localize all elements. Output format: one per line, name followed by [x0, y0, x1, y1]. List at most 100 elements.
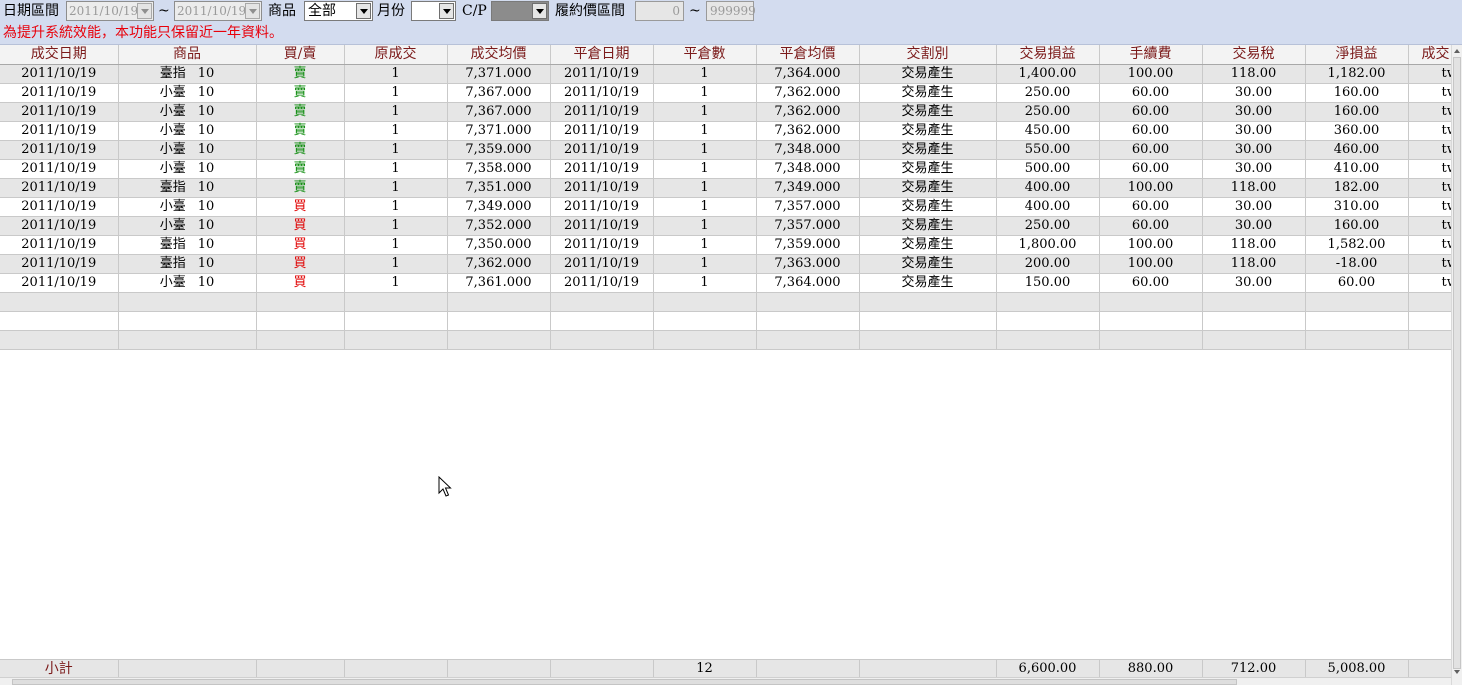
avg-price-cell: 7,351.000 [447, 178, 551, 198]
horizontal-scrollbar[interactable] [0, 677, 1451, 685]
empty-cell [996, 292, 1100, 312]
vertical-scrollbar[interactable] [1451, 45, 1462, 685]
trade-date-cell: 2011/10/19 [0, 140, 119, 160]
table-row[interactable]: 2011/10/19 小臺 10 賣 1 7,358.000 2011/10/19 1 7,34… [0, 159, 1451, 179]
cp-select[interactable] [491, 1, 549, 21]
col-header-buy-sell[interactable]: 買/賣 [256, 45, 345, 65]
close-avg-price-cell: 7,359.000 [756, 235, 860, 255]
overflow-cell: tw [1408, 197, 1451, 217]
settlement-type-cell: 交易產生 [859, 83, 997, 103]
empty-cell [1305, 330, 1409, 350]
col-header-net-pl[interactable]: 淨損益 [1305, 45, 1409, 65]
contract-month: 10 [197, 217, 215, 233]
product-name: 小臺 [159, 274, 186, 290]
table-row[interactable]: 2011/10/19 臺指 10 買 1 7,362.000 2011/10/19 1 7,36… [0, 254, 1451, 274]
month-select[interactable] [411, 1, 456, 21]
overflow-cell: tw [1408, 178, 1451, 198]
close-date-cell: 2011/10/19 [550, 254, 654, 274]
buy-sell-cell: 賣 [256, 64, 345, 84]
date-to-picker[interactable]: 2011/10/19 [174, 1, 262, 21]
col-header-original-trade[interactable]: 原成交 [344, 45, 448, 65]
overflow-cell: tw [1408, 235, 1451, 255]
product-cell: 小臺 10 [118, 216, 257, 236]
col-header-close-avg-price[interactable]: 平倉均價 [756, 45, 860, 65]
net-pl-cell: 182.00 [1305, 178, 1409, 198]
close-avg-price-cell: 7,362.000 [756, 121, 860, 141]
col-header-settlement-type[interactable]: 交割別 [859, 45, 997, 65]
trade-date-cell: 2011/10/19 [0, 273, 119, 293]
fee-cell: 60.00 [1099, 83, 1203, 103]
product-cell: 臺指 10 [118, 64, 257, 84]
col-header-close-qty[interactable]: 平倉數 [653, 45, 757, 65]
empty-cell [256, 311, 345, 331]
vertical-scroll-thumb[interactable] [1453, 57, 1461, 669]
horizontal-scroll-thumb[interactable] [12, 679, 1237, 685]
overflow-cell: tw [1408, 140, 1451, 160]
table-row[interactable]: 2011/10/19 臺指 10 賣 1 7,351.000 2011/10/19 1 7,34… [0, 178, 1451, 198]
strike-to-input[interactable]: 999999 [706, 1, 756, 21]
chevron-down-icon[interactable] [137, 3, 152, 19]
product-name: 臺指 [159, 179, 186, 195]
table-row[interactable]: 2011/10/19 臺指 10 賣 1 7,371.000 2011/10/19 1 7,36… [0, 64, 1451, 84]
chevron-down-icon[interactable] [439, 3, 454, 19]
table-row[interactable]: 2011/10/19 小臺 10 買 1 7,361.000 2011/10/19 1 7,36… [0, 273, 1451, 293]
grid-empty-area [0, 350, 1451, 659]
avg-price-cell: 7,371.000 [447, 64, 551, 84]
col-header-trade-date[interactable]: 成交日期 [0, 45, 119, 65]
product-name: 小臺 [159, 122, 186, 138]
buy-sell-cell: 賣 [256, 178, 345, 198]
col-header-fee[interactable]: 手續費 [1099, 45, 1203, 65]
col-header-close-date[interactable]: 平倉日期 [550, 45, 654, 65]
col-header-trade-pl[interactable]: 交易損益 [996, 45, 1100, 65]
buy-sell-cell: 買 [256, 235, 345, 255]
net-pl-cell: 60.00 [1305, 273, 1409, 293]
col-header-avg-price[interactable]: 成交均價 [447, 45, 551, 65]
trade-date-cell: 2011/10/19 [0, 197, 119, 217]
scroll-down-icon[interactable] [1453, 667, 1462, 677]
subtotal-empty-cell [344, 658, 448, 678]
tax-cell: 30.00 [1202, 140, 1306, 160]
table-row[interactable]: 2011/10/19 小臺 10 賣 1 7,367.000 2011/10/19 1 7,36… [0, 102, 1451, 122]
tax-cell: 30.00 [1202, 273, 1306, 293]
product-select[interactable]: 全部 [304, 1, 373, 21]
date-from-picker[interactable]: 2011/10/19 [66, 1, 154, 21]
col-header-product[interactable]: 商品 [118, 45, 257, 65]
empty-cell [859, 292, 997, 312]
fee-cell: 60.00 [1099, 216, 1203, 236]
empty-cell [118, 330, 257, 350]
table-row[interactable]: 2011/10/19 小臺 10 買 1 7,352.000 2011/10/19 1 7,35… [0, 216, 1451, 236]
empty-cell [1099, 292, 1203, 312]
empty-cell [756, 292, 860, 312]
fee-cell: 60.00 [1099, 140, 1203, 160]
close-date-cell: 2011/10/19 [550, 102, 654, 122]
fee-cell: 100.00 [1099, 235, 1203, 255]
col-header-tax[interactable]: 交易稅 [1202, 45, 1306, 65]
product-cell-content: 小臺 10 [119, 84, 256, 102]
chevron-down-icon[interactable] [356, 3, 371, 19]
col-header-overflow[interactable]: 成交 [1408, 45, 1451, 65]
empty-cell [0, 330, 119, 350]
empty-cell [996, 330, 1100, 350]
chevron-down-icon[interactable] [532, 3, 547, 19]
subtotal-empty-cell [118, 658, 257, 678]
strike-from-input[interactable]: 0 [635, 1, 684, 21]
contract-month: 10 [197, 160, 215, 176]
scroll-up-icon[interactable] [1453, 46, 1462, 56]
table-row[interactable]: 2011/10/19 小臺 10 賣 1 7,359.000 2011/10/19 1 7,34… [0, 140, 1451, 160]
empty-cell [447, 330, 551, 350]
empty-cell [1099, 311, 1203, 331]
tax-cell: 30.00 [1202, 121, 1306, 141]
close-date-cell: 2011/10/19 [550, 197, 654, 217]
close-qty-cell: 1 [653, 83, 757, 103]
table-row[interactable]: 2011/10/19 小臺 10 賣 1 7,367.000 2011/10/19 1 7,36… [0, 83, 1451, 103]
trade-pl-cell: 1,800.00 [996, 235, 1100, 255]
product-cell: 臺指 10 [118, 254, 257, 274]
original-trade-cell: 1 [344, 273, 448, 293]
product-cell-content: 小臺 10 [119, 274, 256, 292]
tax-cell: 30.00 [1202, 102, 1306, 122]
product-cell: 小臺 10 [118, 140, 257, 160]
table-row[interactable]: 2011/10/19 臺指 10 買 1 7,350.000 2011/10/19 1 7,35… [0, 235, 1451, 255]
chevron-down-icon[interactable] [245, 3, 260, 19]
table-row[interactable]: 2011/10/19 小臺 10 買 1 7,349.000 2011/10/19 1 7,35… [0, 197, 1451, 217]
table-row[interactable]: 2011/10/19 小臺 10 賣 1 7,371.000 2011/10/19 1 7,36… [0, 121, 1451, 141]
